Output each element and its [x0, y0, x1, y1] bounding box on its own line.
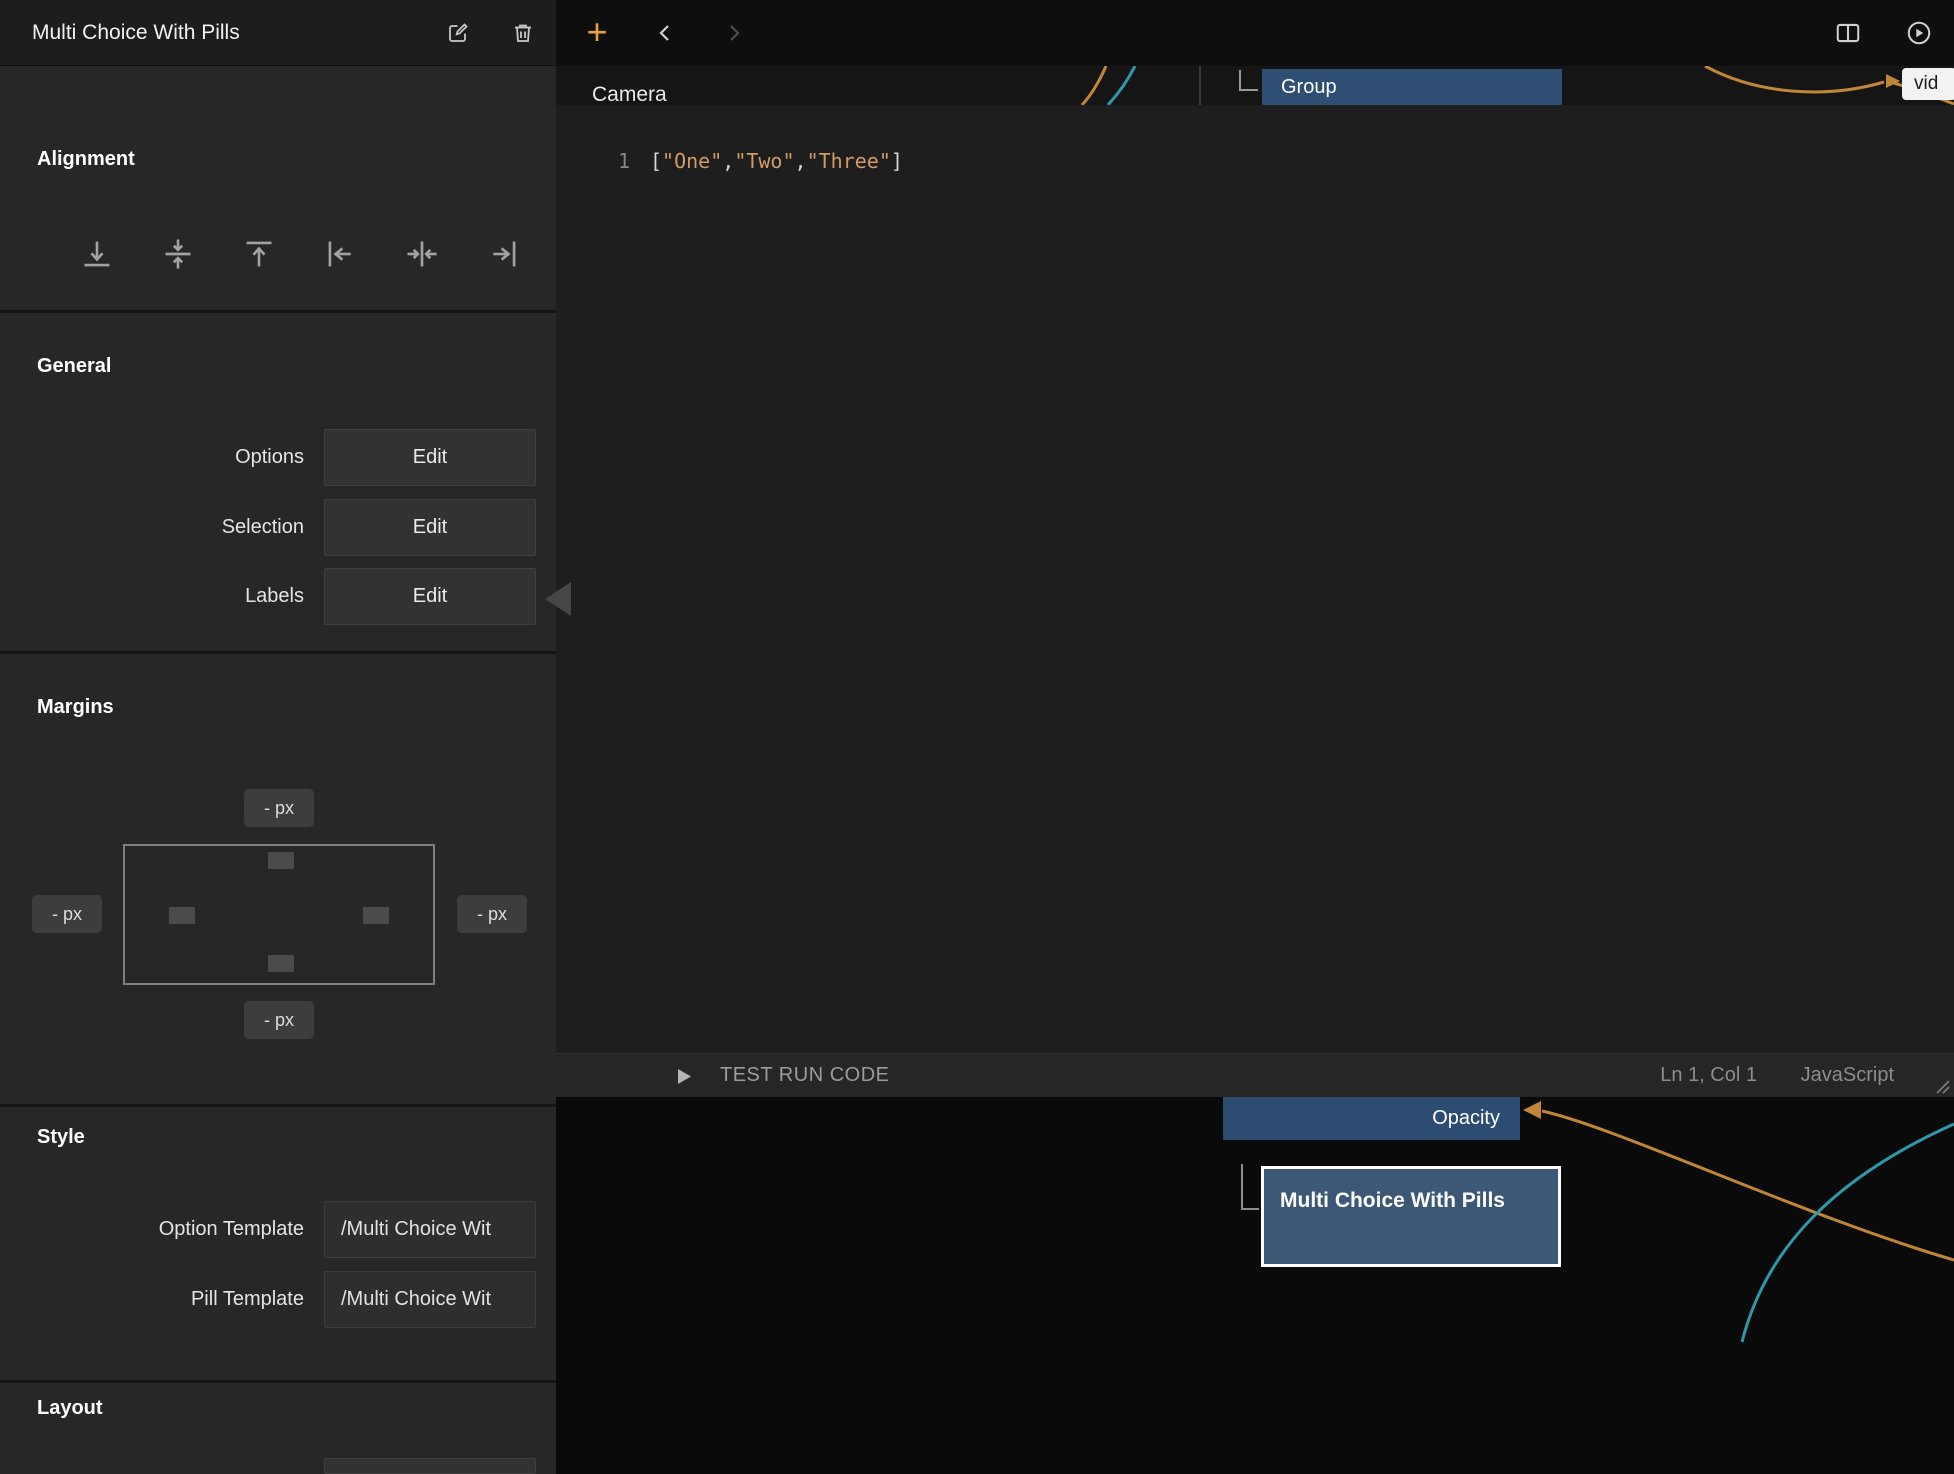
- code-token: [: [650, 149, 662, 173]
- pill-template-value[interactable]: /Multi Choice Wit: [324, 1271, 536, 1328]
- code-token: ,: [795, 149, 807, 173]
- code-token: "Two": [734, 149, 794, 173]
- alignment-heading: Alignment: [37, 148, 135, 171]
- add-patch-button[interactable]: +: [578, 11, 616, 53]
- options-label: Options: [0, 429, 304, 486]
- option-template-row: Option Template /Multi Choice Wit: [0, 1201, 556, 1258]
- node-canvas-bottom[interactable]: Opacity Multi Choice With Pills: [556, 1097, 1954, 1474]
- resize-grip[interactable]: [1934, 1078, 1950, 1094]
- align-horizontal-center-icon[interactable]: [400, 232, 444, 276]
- code-token: ]: [891, 149, 903, 173]
- align-bottom-icon[interactable]: [75, 232, 119, 276]
- option-template-label: Option Template: [0, 1201, 304, 1258]
- main-area: +: [556, 0, 1954, 1474]
- margin-handle-top[interactable]: [268, 852, 294, 869]
- code-token: ,: [722, 149, 734, 173]
- delete-icon[interactable]: [505, 15, 541, 51]
- option-template-value[interactable]: /Multi Choice Wit: [324, 1201, 536, 1258]
- node-canvas-top[interactable]: Camera Group vid: [556, 66, 1954, 105]
- selection-label: Selection: [0, 499, 304, 556]
- code-editor[interactable]: 1 ["One","Two","Three"]: [556, 105, 1954, 1053]
- align-right-icon[interactable]: [481, 232, 525, 276]
- code-token: "Three": [807, 149, 891, 173]
- editor-popover-arrow: [545, 582, 571, 616]
- language-selector[interactable]: JavaScript: [1801, 1054, 1894, 1097]
- selected-patch-node[interactable]: Multi Choice With Pills: [1261, 1166, 1561, 1267]
- options-row: Options Edit: [0, 429, 556, 486]
- general-heading: General: [37, 355, 111, 378]
- editor-statusbar: TEST RUN CODE Ln 1, Col 1 JavaScript: [556, 1053, 1954, 1097]
- margin-bottom-value[interactable]: - px: [244, 1001, 314, 1039]
- code-token: "One": [662, 149, 722, 173]
- margins-diagram: [123, 844, 435, 985]
- pill-template-label: Pill Template: [0, 1271, 304, 1328]
- inspector-header: Multi Choice With Pills: [0, 0, 556, 66]
- labels-edit-button[interactable]: Edit: [324, 568, 536, 625]
- rename-icon[interactable]: [440, 15, 476, 51]
- opacity-node[interactable]: Opacity: [1223, 1097, 1520, 1140]
- align-vertical-center-icon[interactable]: [156, 232, 200, 276]
- forward-icon[interactable]: [720, 19, 748, 47]
- margin-right-value[interactable]: - px: [457, 895, 527, 933]
- layout-clipped-control[interactable]: [324, 1458, 536, 1474]
- margin-handle-bottom[interactable]: [268, 955, 294, 972]
- layout-section: Layout: [0, 1383, 556, 1474]
- back-icon[interactable]: [651, 19, 679, 47]
- video-node[interactable]: vid: [1902, 68, 1954, 100]
- layout-heading: Layout: [37, 1397, 103, 1420]
- camera-node-label[interactable]: Camera: [592, 83, 667, 105]
- alignment-buttons: [75, 232, 525, 276]
- wires-top: [556, 66, 1954, 105]
- test-run-code-button[interactable]: TEST RUN CODE: [720, 1054, 889, 1097]
- margin-handle-right[interactable]: [363, 907, 389, 924]
- pill-template-row: Pill Template /Multi Choice Wit: [0, 1271, 556, 1328]
- labels-label: Labels: [0, 568, 304, 625]
- line-number: 1: [608, 149, 630, 173]
- split-view-icon[interactable]: [1834, 19, 1862, 47]
- run-code-icon[interactable]: [678, 1069, 692, 1084]
- group-node[interactable]: Group: [1262, 69, 1562, 105]
- style-heading: Style: [37, 1126, 85, 1149]
- alignment-section: Alignment: [0, 66, 556, 313]
- app-window: Multi Choice With Pills Alignment: [0, 0, 1954, 1474]
- align-left-icon[interactable]: [319, 232, 363, 276]
- cursor-position: Ln 1, Col 1: [1660, 1054, 1757, 1097]
- selection-row: Selection Edit: [0, 499, 556, 556]
- code-line[interactable]: ["One","Two","Three"]: [650, 149, 903, 173]
- labels-row: Labels Edit: [0, 568, 556, 625]
- canvas-toolbar: +: [556, 0, 1954, 66]
- style-section: Style Option Template /Multi Choice Wit …: [0, 1107, 556, 1383]
- margin-top-value[interactable]: - px: [244, 789, 314, 827]
- options-edit-button[interactable]: Edit: [324, 429, 536, 486]
- inspector-panel: Multi Choice With Pills Alignment: [0, 0, 556, 1474]
- inspector-title: Multi Choice With Pills: [32, 0, 240, 65]
- margins-heading: Margins: [37, 696, 114, 719]
- margin-left-value[interactable]: - px: [32, 895, 102, 933]
- general-section: General Options Edit Selection Edit Labe…: [0, 313, 556, 654]
- align-top-icon[interactable]: [237, 232, 281, 276]
- margins-section: Margins - px - px - px - px: [0, 654, 556, 1107]
- wires-bottom: [556, 1097, 1954, 1474]
- selection-edit-button[interactable]: Edit: [324, 499, 536, 556]
- margin-handle-left[interactable]: [169, 907, 195, 924]
- play-icon[interactable]: [1905, 19, 1933, 47]
